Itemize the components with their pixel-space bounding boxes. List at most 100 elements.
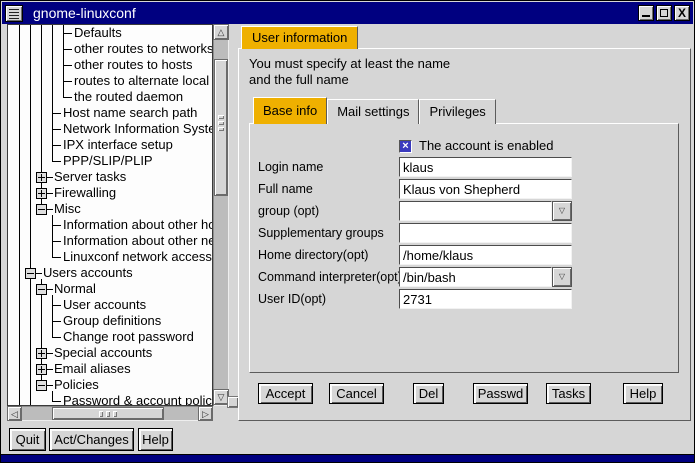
command-interpreter-opt-label: Command interpreter(opt)	[258, 267, 402, 287]
command-interpreter-opt-input[interactable]	[399, 267, 552, 287]
tasks-button[interactable]: Tasks	[546, 383, 591, 404]
tree-item-label: Misc	[54, 201, 81, 217]
maximize-button[interactable]	[656, 5, 672, 21]
tree-item-email-aliases[interactable]: Email aliases	[8, 361, 212, 377]
command-interpreter-opt-dropdown-button[interactable]: ▽	[552, 267, 572, 287]
tree-item-label: Special accounts	[54, 345, 152, 361]
config-tree: Defaultsother routes to networksother ro…	[7, 24, 213, 406]
window-menu-button[interactable]	[5, 5, 23, 22]
act-changes-footer-button[interactable]: Act/Changes	[49, 428, 134, 451]
collapse-icon[interactable]	[25, 268, 36, 279]
tree-item-label: other routes to hosts	[74, 57, 193, 73]
tab-privileges[interactable]: Privileges	[419, 99, 495, 124]
tree-item-network-information-system[interactable]: Network Information System	[8, 121, 212, 137]
full-name-input[interactable]	[399, 179, 572, 199]
collapse-icon[interactable]	[36, 380, 47, 391]
base-info-page: × The account is enabled Login nameFull …	[249, 123, 679, 373]
minimize-icon	[642, 15, 650, 17]
collapse-icon[interactable]	[36, 204, 47, 215]
group-opt-input[interactable]	[399, 201, 552, 221]
supplementary-groups-input[interactable]	[399, 223, 572, 243]
tree-item-label: Information about other networks	[63, 233, 213, 249]
cancel-button[interactable]: Cancel	[329, 383, 384, 404]
hscroll-thumb[interactable]	[52, 407, 164, 420]
tree-item-routes-to-alternate-local-nets[interactable]: routes to alternate local nets	[8, 73, 212, 89]
user-id-opt-input[interactable]	[399, 289, 572, 309]
minimize-button[interactable]	[638, 5, 654, 21]
check-mark-icon: ×	[402, 140, 408, 152]
tree-item-label: Email aliases	[54, 361, 131, 377]
tree-item-linuxconf-network-access[interactable]: Linuxconf network access	[8, 249, 212, 265]
maximize-icon	[660, 9, 668, 17]
tree-item-other-routes-to-hosts[interactable]: other routes to hosts	[8, 57, 212, 73]
tree-item-label: the routed daemon	[74, 89, 183, 105]
tree-item-label: Password & account policies	[63, 393, 213, 406]
tree-item-users-accounts[interactable]: Users accounts	[8, 265, 212, 281]
tree-item-firewalling[interactable]: Firewalling	[8, 185, 212, 201]
tree-item-label: User accounts	[63, 297, 146, 313]
accept-button[interactable]: Accept	[258, 383, 313, 404]
account-enabled-checkbox[interactable]: ×	[399, 140, 412, 153]
vscroll-thumb[interactable]	[214, 59, 228, 196]
login-name-input[interactable]	[399, 157, 572, 177]
tree-vertical-scrollbar[interactable]: △ ▽	[213, 24, 229, 406]
login-name-label: Login name	[258, 157, 323, 177]
tree-item-other-routes-to-networks[interactable]: other routes to networks	[8, 41, 212, 57]
scroll-left-button[interactable]: ◁	[7, 406, 22, 421]
tree-item-label: other routes to networks	[74, 41, 213, 57]
expand-icon[interactable]	[36, 364, 47, 375]
help-footer-button[interactable]: Help	[138, 428, 173, 451]
window-title: gnome-linuxconf	[33, 2, 136, 24]
tree-item-information-about-other-networks[interactable]: Information about other networks	[8, 233, 212, 249]
tree-item-change-root-password[interactable]: Change root password	[8, 329, 212, 345]
tree-item-the-routed-daemon[interactable]: the routed daemon	[8, 89, 212, 105]
collapse-icon[interactable]	[36, 284, 47, 295]
settings-tabbar: Base infoMail settingsPrivileges	[253, 97, 496, 124]
tree-item-label: Firewalling	[54, 185, 116, 201]
expand-icon[interactable]	[36, 348, 47, 359]
tree-item-misc[interactable]: Misc	[8, 201, 212, 217]
tree-item-defaults[interactable]: Defaults	[8, 25, 212, 41]
home-directory-opt-label: Home directory(opt)	[258, 245, 368, 265]
dropdown-arrow-icon: ▽	[559, 206, 565, 215]
expand-icon[interactable]	[36, 172, 47, 183]
tree-item-password-account-policies[interactable]: Password & account policies	[8, 393, 212, 406]
tree-item-label: Server tasks	[54, 169, 126, 185]
quit-footer-button[interactable]: Quit	[9, 428, 46, 451]
close-button[interactable]: X	[674, 5, 690, 21]
tab-user-information[interactable]: User information	[241, 26, 358, 49]
tree-item-information-about-other-hosts[interactable]: Information about other hosts	[8, 217, 212, 233]
full-name-label: Full name	[258, 179, 313, 199]
tree-item-ppp-slip-plip[interactable]: PPP/SLIP/PLIP	[8, 153, 212, 169]
group-opt-dropdown-button[interactable]: ▽	[552, 201, 572, 221]
tree-item-label: IPX interface setup	[63, 137, 173, 153]
message-line-2: and the full name	[249, 72, 349, 87]
expand-icon[interactable]	[36, 188, 47, 199]
tree-item-label: PPP/SLIP/PLIP	[63, 153, 153, 169]
del-button[interactable]: Del	[413, 383, 444, 404]
tree-item-label: Change root password	[63, 329, 194, 345]
home-directory-opt-input[interactable]	[399, 245, 572, 265]
tree-item-label: Users accounts	[43, 265, 133, 281]
window-bottom-border	[1, 454, 694, 462]
scroll-right-button[interactable]: ▷	[198, 406, 213, 421]
tree-horizontal-scrollbar[interactable]: ◁ ▷	[7, 406, 213, 421]
account-enabled-label: The account is enabled	[419, 138, 553, 153]
group-opt-label: group (opt)	[258, 201, 319, 221]
help-button[interactable]: Help	[623, 383, 663, 404]
tree-item-server-tasks[interactable]: Server tasks	[8, 169, 212, 185]
tree-item-normal[interactable]: Normal	[8, 281, 212, 297]
tab-base-info[interactable]: Base info	[253, 97, 327, 124]
tree-item-policies[interactable]: Policies	[8, 377, 212, 393]
passwd-button[interactable]: Passwd	[473, 383, 528, 404]
tree-item-special-accounts[interactable]: Special accounts	[8, 345, 212, 361]
tree-item-host-name-search-path[interactable]: Host name search path	[8, 105, 212, 121]
arrow-right-icon: ▷	[202, 409, 209, 419]
tree-item-label: Policies	[54, 377, 99, 393]
tab-mail-settings[interactable]: Mail settings	[327, 99, 419, 124]
arrow-up-icon: △	[218, 27, 225, 37]
scroll-up-button[interactable]: △	[213, 24, 229, 40]
tree-item-group-definitions[interactable]: Group definitions	[8, 313, 212, 329]
tree-item-ipx-interface-setup[interactable]: IPX interface setup	[8, 137, 212, 153]
tree-item-user-accounts[interactable]: User accounts	[8, 297, 212, 313]
